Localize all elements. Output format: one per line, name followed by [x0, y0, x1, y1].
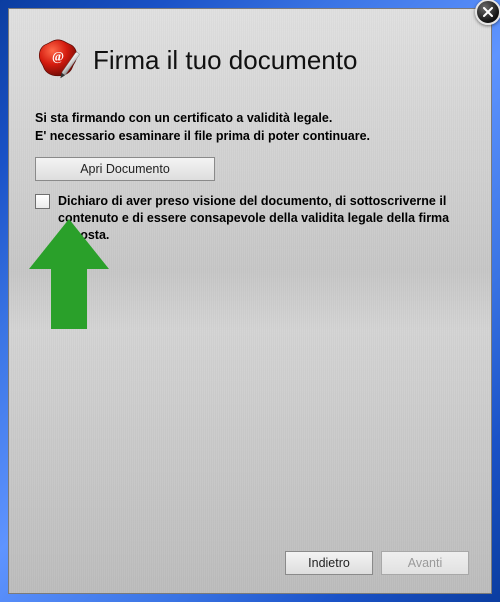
svg-text:@: @: [52, 49, 64, 64]
info-line-2: E' necessario esaminare il file prima di…: [35, 129, 465, 143]
dialog-title: Firma il tuo documento: [93, 45, 357, 76]
dialog-footer: Indietro Avanti: [285, 551, 469, 575]
window-frame: @ Firma il tuo documento Si sta firmando…: [0, 0, 500, 602]
close-icon: [483, 7, 493, 17]
wax-seal-icon: @: [35, 37, 81, 83]
open-document-button[interactable]: Apri Documento: [35, 157, 215, 181]
declaration-row: Dichiaro di aver preso visione del docum…: [35, 193, 465, 244]
dialog-header: @ Firma il tuo documento: [35, 37, 465, 83]
next-button: Avanti: [381, 551, 469, 575]
info-line-1: Si sta firmando con un certificato a val…: [35, 111, 465, 125]
dialog-panel: @ Firma il tuo documento Si sta firmando…: [8, 8, 492, 594]
close-button[interactable]: [475, 0, 500, 25]
declaration-checkbox[interactable]: [35, 194, 50, 209]
info-block: Si sta firmando con un certificato a val…: [35, 111, 465, 143]
back-button[interactable]: Indietro: [285, 551, 373, 575]
declaration-text: Dichiaro di aver preso visione del docum…: [58, 193, 465, 244]
